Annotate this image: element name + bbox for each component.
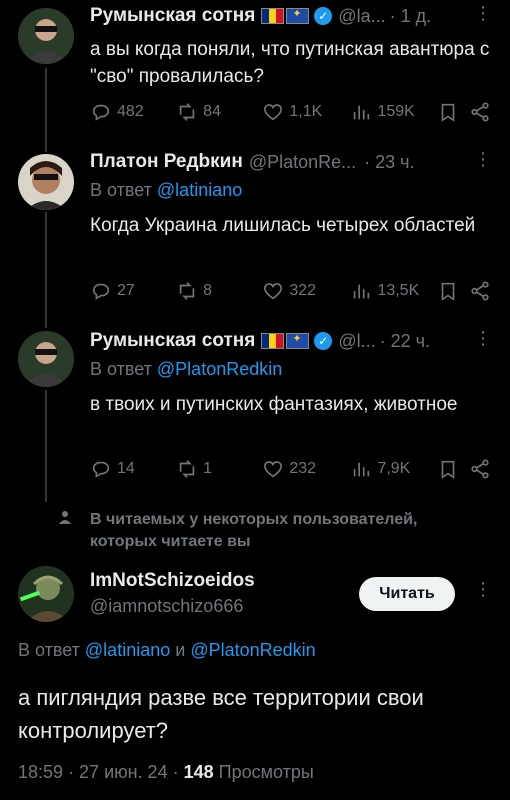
reply-button[interactable]: 14 [90, 458, 176, 480]
reply-mention[interactable]: @latiniano [85, 640, 170, 660]
author-name[interactable]: ImNotSchizoeidos [90, 570, 255, 592]
like-icon [264, 461, 283, 478]
reply-mention[interactable]: @PlatonRedkin [157, 359, 282, 379]
author-name[interactable]: Платон Редbкин [90, 151, 243, 173]
romania-flag-icon [261, 8, 285, 24]
share-button[interactable] [469, 458, 496, 480]
views-icon [354, 462, 370, 477]
person-icon [59, 511, 71, 524]
more-icon[interactable]: ⋮ [474, 150, 492, 168]
bookmark-icon [441, 460, 454, 479]
share-icon [471, 459, 489, 479]
tweet[interactable]: Платон Редbкин @PlatonRe... · 23 ч. ⋮ В … [0, 150, 510, 320]
views-icon [354, 284, 370, 299]
reply-button[interactable]: 482 [90, 101, 176, 123]
author-handle[interactable]: @l... [338, 331, 375, 352]
romania-flag-icon [261, 333, 285, 349]
avatar[interactable] [18, 331, 74, 387]
tweet-meta: 18:59 · 27 июн. 24 · 148 Просмотры [18, 762, 314, 783]
like-count: 322 [289, 282, 317, 299]
timestamp[interactable]: 18:59 · 27 июн. 24 · [18, 762, 179, 782]
like-count: 1,1K [289, 103, 323, 120]
tweet[interactable]: Румынская сотня ✓ @la... · 1 д. ⋮ а вы к… [0, 0, 510, 150]
author-handle[interactable]: @la... [338, 6, 385, 27]
author-name[interactable]: Румынская сотня [90, 5, 255, 27]
bookmark-button[interactable] [437, 280, 470, 302]
share-icon [471, 102, 489, 122]
reply-prefix: В ответ [90, 180, 152, 200]
bookmark-icon [441, 282, 454, 301]
author-name[interactable]: Румынская сотня [90, 330, 255, 352]
repost-count: 84 [203, 103, 221, 120]
author-handle[interactable]: @PlatonRe... [249, 152, 356, 173]
timestamp[interactable]: · 1 д. [390, 6, 432, 27]
reply-button[interactable]: 27 [90, 280, 176, 302]
timestamp[interactable]: · 23 ч. [364, 152, 414, 173]
views-count: 7,9K [377, 460, 411, 477]
views-button[interactable]: 13,5K [350, 280, 436, 302]
reply-count: 27 [117, 282, 135, 299]
reply-mention[interactable]: @latiniano [157, 180, 242, 200]
verified-icon: ✓ [314, 332, 333, 350]
views-icon [354, 105, 370, 120]
share-icon [471, 281, 489, 301]
like-button[interactable]: 232 [262, 458, 350, 480]
like-icon [264, 283, 283, 300]
views-count: 159K [377, 103, 415, 120]
eu-flag-icon [286, 7, 310, 24]
repost-button[interactable]: 8 [176, 280, 262, 302]
avatar[interactable] [18, 566, 74, 622]
tweet-text: в твоих и путинских фантазиях, животное [90, 394, 458, 415]
reply-icon [92, 283, 110, 300]
reply-conjunction: и [175, 640, 186, 660]
repost-button[interactable]: 1 [176, 458, 262, 480]
repost-icon [179, 282, 195, 300]
avatar[interactable] [18, 154, 74, 210]
verified-icon: ✓ [314, 7, 333, 25]
like-button[interactable]: 322 [262, 280, 350, 302]
reply-count: 482 [117, 103, 144, 120]
avatar[interactable] [18, 8, 74, 64]
reply-count: 14 [117, 460, 135, 477]
views-label: Просмотры [218, 762, 314, 782]
tweet-text: а пигляндия разве все территории свои ко… [18, 685, 424, 743]
bookmark-icon [441, 103, 454, 122]
author-handle[interactable]: @iamnotschizo666 [90, 596, 243, 617]
repost-icon [179, 460, 195, 478]
follow-button[interactable]: Читать [359, 577, 455, 611]
eu-flag-icon [286, 332, 310, 349]
repost-icon [179, 103, 195, 121]
views-button[interactable]: 7,9K [350, 458, 436, 480]
views-button[interactable]: 159K [350, 101, 436, 123]
views-count: 148 [183, 762, 214, 782]
like-button[interactable]: 1,1K [262, 101, 350, 123]
reply-icon [92, 104, 110, 121]
share-button[interactable] [469, 280, 496, 302]
repost-count: 8 [203, 282, 213, 299]
reply-icon [92, 461, 110, 478]
more-icon[interactable]: ⋮ [474, 580, 492, 598]
repost-button[interactable]: 84 [176, 101, 262, 123]
more-icon[interactable]: ⋮ [474, 4, 492, 22]
reply-prefix: В ответ [18, 640, 80, 660]
context-notice: В читаемых у некоторых пользователей, ко… [90, 511, 418, 550]
timestamp[interactable]: · 22 ч. [380, 331, 430, 352]
share-button[interactable] [469, 101, 496, 123]
views-count: 13,5K [377, 282, 420, 299]
repost-count: 1 [203, 460, 213, 477]
bookmark-button[interactable] [437, 458, 470, 480]
more-icon[interactable]: ⋮ [474, 329, 492, 347]
reply-mention[interactable]: @PlatonRedkin [190, 640, 315, 660]
tweet-text: Когда Украина лишилась четырех областей [90, 215, 476, 236]
like-count: 232 [289, 460, 317, 477]
tweet[interactable]: Румынская сотня ✓ @l... · 22 ч. ⋮ В отве… [0, 327, 510, 497]
bookmark-button[interactable] [437, 101, 470, 123]
like-icon [264, 104, 283, 121]
tweet-text: а вы когда поняли, что путинская авантюр… [90, 39, 490, 87]
reply-prefix: В ответ [90, 359, 152, 379]
